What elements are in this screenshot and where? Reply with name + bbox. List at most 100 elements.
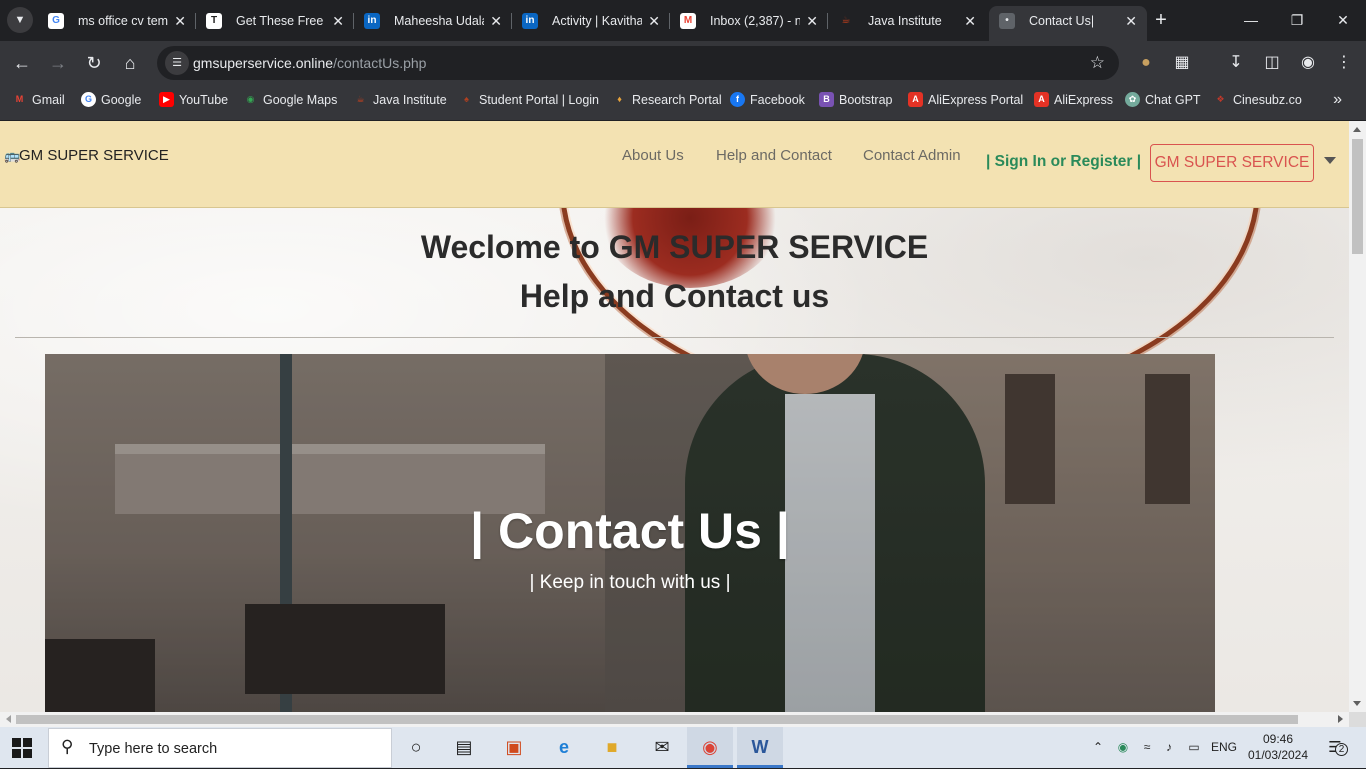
search-icon: ⚲ bbox=[61, 737, 74, 756]
clock-date: 01/03/2024 bbox=[1247, 748, 1309, 762]
new-tab-icon[interactable]: + bbox=[1151, 8, 1171, 32]
more-bookmarks-icon[interactable]: » bbox=[1333, 85, 1342, 115]
tab-3[interactable]: in Activity | Kavitha ✕ bbox=[512, 6, 670, 36]
task-view-icon[interactable]: ▤ bbox=[441, 727, 487, 768]
home-icon[interactable]: ⌂ bbox=[116, 49, 144, 77]
bookmark-cinesubz[interactable]: ❖ Cinesubz.co bbox=[1213, 85, 1301, 115]
bus-icon: 🚌 bbox=[4, 148, 21, 163]
minimize-icon[interactable]: — bbox=[1228, 0, 1274, 41]
battery-icon[interactable]: ▭ bbox=[1182, 727, 1206, 768]
bookmark-youtube[interactable]: ▶ YouTube bbox=[159, 85, 228, 115]
language-indicator[interactable]: ENG bbox=[1208, 727, 1240, 768]
reload-icon[interactable]: ↻ bbox=[80, 49, 108, 77]
file-explorer-icon[interactable]: ■ bbox=[589, 727, 635, 768]
close-tab-icon[interactable]: ✕ bbox=[806, 6, 818, 36]
tab-4[interactable]: M Inbox (2,387) - n ✕ bbox=[670, 6, 828, 36]
taskbar-clock[interactable]: 09:46 01/03/2024 bbox=[1244, 731, 1312, 763]
close-window-icon[interactable]: ✕ bbox=[1320, 0, 1366, 41]
vertical-scroll-thumb[interactable] bbox=[1352, 139, 1363, 254]
restore-icon[interactable]: ❐ bbox=[1274, 0, 1320, 41]
url-path: /contactUs.php bbox=[333, 55, 427, 71]
address-bar[interactable]: ☰ gmsuperservice.online/contactUs.php ☆ bbox=[157, 46, 1119, 80]
template-icon: T bbox=[206, 13, 222, 29]
google-icon: G bbox=[48, 13, 64, 29]
edge-icon[interactable]: e bbox=[541, 727, 587, 768]
scroll-down-arrow-icon[interactable] bbox=[1353, 701, 1361, 706]
volume-icon[interactable]: ♪ bbox=[1158, 727, 1180, 768]
bookmark-google[interactable]: G Google bbox=[81, 85, 141, 115]
tab-0[interactable]: G ms office cv tem ✕ bbox=[38, 6, 196, 36]
scroll-up-arrow-icon[interactable] bbox=[1353, 127, 1361, 132]
bookmark-aliexpress[interactable]: A AliExpress bbox=[1034, 85, 1113, 115]
close-tab-icon[interactable]: ✕ bbox=[1125, 6, 1137, 36]
bookmark-research-portal[interactable]: ♦ Research Portal bbox=[612, 85, 722, 115]
back-icon[interactable]: ← bbox=[8, 49, 36, 77]
java-cup-icon: ☕ bbox=[841, 15, 851, 26]
close-tab-icon[interactable]: ✕ bbox=[648, 6, 660, 36]
bookmark-gmail[interactable]: M Gmail bbox=[12, 85, 65, 115]
chrome-icon[interactable]: ◉ bbox=[687, 727, 733, 768]
tab-1[interactable]: T Get These Free F ✕ bbox=[196, 6, 354, 36]
bookmark-label: Chat GPT bbox=[1145, 93, 1201, 107]
close-tab-icon[interactable]: ✕ bbox=[490, 6, 502, 36]
microsoft-store-icon[interactable]: ▣ bbox=[491, 727, 537, 768]
nav-help-and-contact[interactable]: Help and Contact bbox=[716, 147, 832, 164]
mail-icon[interactable]: ✉ bbox=[639, 727, 685, 768]
side-panel-icon[interactable]: ◫ bbox=[1258, 49, 1286, 77]
horizontal-scrollbar[interactable] bbox=[0, 712, 1349, 727]
extensions-puzzle-icon[interactable]: ▦ bbox=[1168, 49, 1196, 77]
profile-avatar-icon[interactable]: ◉ bbox=[1294, 49, 1322, 77]
url-text[interactable]: gmsuperservice.online/contactUs.php bbox=[193, 46, 426, 80]
chrome-menu-icon[interactable]: ⋮ bbox=[1330, 49, 1358, 77]
tab-title: ms office cv tem bbox=[78, 14, 168, 28]
bookmark-google-maps[interactable]: ◉ Google Maps bbox=[243, 85, 338, 115]
bookmark-facebook[interactable]: f Facebook bbox=[730, 85, 805, 115]
tab-5[interactable]: ☕ Java Institute ✕ bbox=[828, 6, 986, 36]
browser-toolbar: ← → ↻ ⌂ ☰ gmsuperservice.online/contactU… bbox=[0, 41, 1366, 85]
tab-search-chevron-icon[interactable]: ▼ bbox=[7, 7, 33, 33]
windows-start-icon[interactable] bbox=[12, 738, 32, 758]
forward-icon[interactable]: → bbox=[44, 49, 72, 77]
bookmark-student-portal[interactable]: ♠ Student Portal | Login bbox=[459, 85, 599, 115]
notification-count-badge: 2 bbox=[1335, 743, 1348, 756]
notification-center-icon[interactable]: ☰2 bbox=[1322, 727, 1348, 768]
sign-in-register-link[interactable]: | Sign In or Register | bbox=[986, 153, 1141, 171]
gmail-icon: M bbox=[680, 13, 696, 29]
download-icon[interactable]: ↧ bbox=[1222, 49, 1250, 77]
cookie-extension-icon[interactable]: ● bbox=[1132, 49, 1160, 77]
vertical-scrollbar[interactable] bbox=[1349, 121, 1366, 712]
word-icon[interactable]: W bbox=[737, 727, 783, 768]
bookmark-star-icon[interactable]: ☆ bbox=[1090, 46, 1105, 80]
bookmark-java-institute[interactable]: ☕ Java Institute bbox=[353, 85, 447, 115]
dropdown-caret-icon[interactable] bbox=[1324, 157, 1336, 164]
search-placeholder: Type here to search bbox=[89, 741, 218, 757]
tab-6-active[interactable]: • Contact Us| ✕ bbox=[989, 6, 1147, 41]
tab-2[interactable]: in Maheesha Udala ✕ bbox=[354, 6, 512, 36]
bookmark-label: Research Portal bbox=[632, 93, 722, 107]
horizontal-scroll-thumb[interactable] bbox=[16, 715, 1298, 724]
bookmark-chat-gpt[interactable]: ✿ Chat GPT bbox=[1125, 85, 1201, 115]
tab-title: Java Institute bbox=[868, 14, 942, 28]
scroll-left-arrow-icon[interactable] bbox=[6, 715, 11, 723]
bookmark-aliexpress-portal[interactable]: A AliExpress Portal bbox=[908, 85, 1023, 115]
wifi-icon[interactable]: ≈ bbox=[1136, 727, 1158, 768]
scroll-right-arrow-icon[interactable] bbox=[1338, 715, 1343, 723]
tab-title: Get These Free F bbox=[236, 14, 326, 28]
tray-app-icon[interactable]: ◉ bbox=[1112, 727, 1134, 768]
close-tab-icon[interactable]: ✕ bbox=[964, 6, 976, 36]
cortana-icon[interactable]: ○ bbox=[393, 727, 439, 768]
bookmark-bootstrap[interactable]: B Bootstrap bbox=[819, 85, 893, 115]
navbar-brand[interactable]: 🚌GM SUPER SERVICE bbox=[4, 147, 169, 164]
show-hidden-icons-chevron-icon[interactable]: ⌃ bbox=[1088, 727, 1108, 768]
tab-title: Contact Us| bbox=[1029, 14, 1095, 28]
account-button[interactable]: GM SUPER SERVICE bbox=[1150, 144, 1314, 182]
bookmark-label: Student Portal | Login bbox=[479, 93, 599, 107]
nav-contact-admin[interactable]: Contact Admin bbox=[863, 147, 961, 164]
site-info-icon[interactable]: ☰ bbox=[165, 51, 189, 75]
nav-about-us[interactable]: About Us bbox=[622, 147, 684, 164]
close-tab-icon[interactable]: ✕ bbox=[174, 6, 186, 36]
bookmark-label: Java Institute bbox=[373, 93, 447, 107]
brand-label: GM SUPER SERVICE bbox=[19, 147, 169, 164]
taskbar-search-box[interactable]: ⚲ Type here to search bbox=[48, 728, 392, 768]
close-tab-icon[interactable]: ✕ bbox=[332, 6, 344, 36]
